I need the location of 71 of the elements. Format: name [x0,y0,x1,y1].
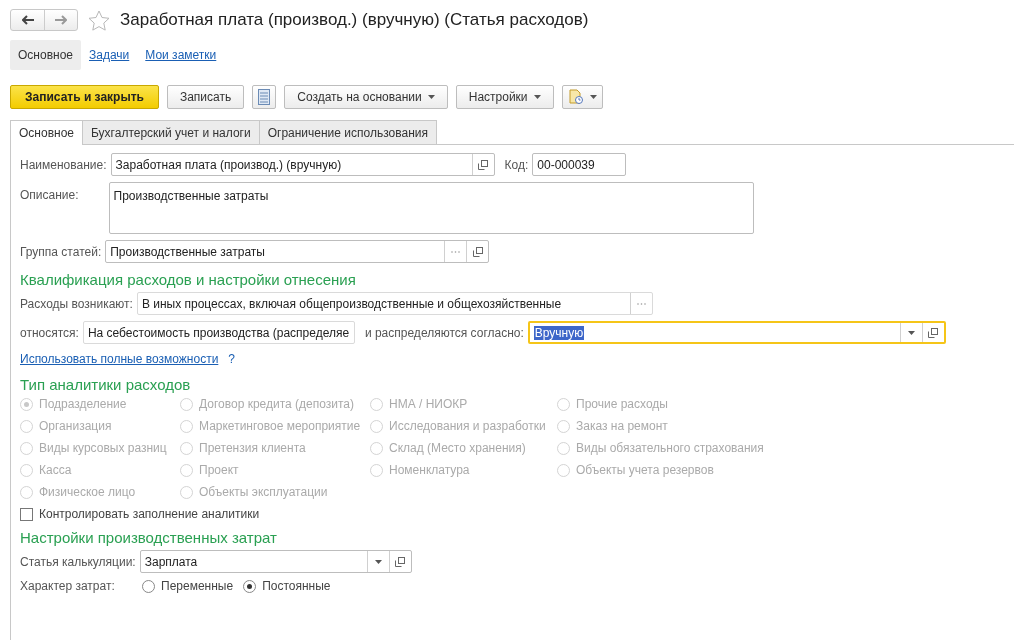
caret-icon [374,559,382,564]
radio-label: Переменные [161,579,234,593]
caret-icon [533,95,541,99]
back-arrow-icon [21,15,34,25]
relate-field[interactable]: На себестоимость производства (распределяе [82,321,355,344]
forward-arrow-icon [55,15,67,25]
section-link[interactable]: Основное [10,40,81,70]
section-heading: Квалификация расходов и настройки отнесения [20,271,357,288]
section-heading: Тип аналитики расходов [20,376,192,393]
radio-label: Договор кредита (депозита) [199,397,354,411]
menu-button[interactable]: Создать на основании [284,85,448,109]
calculation-item-field[interactable]: Зарплата [139,550,412,573]
tab[interactable]: Ограничение использования [258,120,437,144]
radio-option[interactable]: Переменные [142,579,234,593]
radio-label: Объекты учета резервов [576,463,714,477]
open-form-icon [472,246,483,257]
group-field[interactable]: Производственные затраты [105,240,490,263]
radio-label: Виды обязательного страхования [576,441,764,455]
tab[interactable]: Бухгалтерский учет и налоги [82,120,260,144]
report-menu-button[interactable] [561,85,603,109]
field-label: Наименование: [20,157,107,172]
radio-label: Касса [39,463,72,477]
radio-label: НМА / НИОКР [389,397,468,411]
radio-label: Склад (Место хранения) [389,441,526,455]
field-label: Характер затрат: [20,579,116,593]
expenses-arise-field[interactable]: В иных процессах, включая общепроизводственные и общехозяйственные [136,292,653,315]
field-label: относятся: [20,325,79,340]
star-icon[interactable] [88,9,110,31]
name-field[interactable]: Заработная плата (производ.) (вручную) [110,153,495,176]
full-features-link[interactable]: Использовать полные возможности [20,352,219,366]
list-icon [258,89,271,105]
open-form-icon [928,327,939,338]
radio-label: Претензия клиента [199,441,306,455]
field-label: Статья калькуляции: [20,554,136,569]
ellipsis-icon [451,250,461,253]
caret-icon [907,330,915,335]
radio-label: Прочие расходы [576,397,668,411]
caret-icon [427,95,435,99]
field-label: Расходы возникают: [20,296,133,311]
field-label: Код: [504,157,529,172]
radio-label: Виды курсовых разниц [39,441,167,455]
section-link[interactable]: Задачи [81,40,138,70]
radio-label: Исследования и разработки [389,419,546,433]
radio-label: Организация [39,419,112,433]
field-label: Описание: [20,187,79,202]
radio-label: Постоянные [262,579,331,593]
radio-label: Номенклатура [389,463,470,477]
save-button[interactable]: Записать [166,85,245,109]
open-form-icon [395,556,406,567]
help-link[interactable]: ? [228,352,235,366]
tab[interactable]: Основное [10,120,83,145]
radio-label: Заказ на ремонт [576,419,668,433]
description-field[interactable]: Производственные затраты [108,182,754,234]
list-button[interactable] [252,85,277,109]
radio-label: Физическое лицо [39,485,136,499]
section-heading: Настройки производственных затрат [20,529,278,546]
ellipsis-icon [636,302,646,305]
distribute-field[interactable]: Вручную [527,321,946,344]
radio-label: Подразделение [39,397,127,411]
field-label: и распределяются согласно: [364,325,524,340]
save-close-button[interactable]: Записать и закрыть [10,85,159,109]
menu-button[interactable]: Настройки [455,85,554,109]
field-label: Группа статей: [20,244,102,259]
section-link[interactable]: Мои заметки [137,40,225,70]
window-title: Заработная плата (производ.) (вручную) (Статья расходов) [120,10,589,30]
caret-icon [589,95,597,99]
code-field[interactable]: 00-000039 [532,153,627,176]
radio-label: Объекты эксплуатации [199,485,328,499]
radio-option[interactable]: Постоянные [243,579,331,593]
radio-label: Проект [199,463,239,477]
open-form-icon [478,159,489,170]
